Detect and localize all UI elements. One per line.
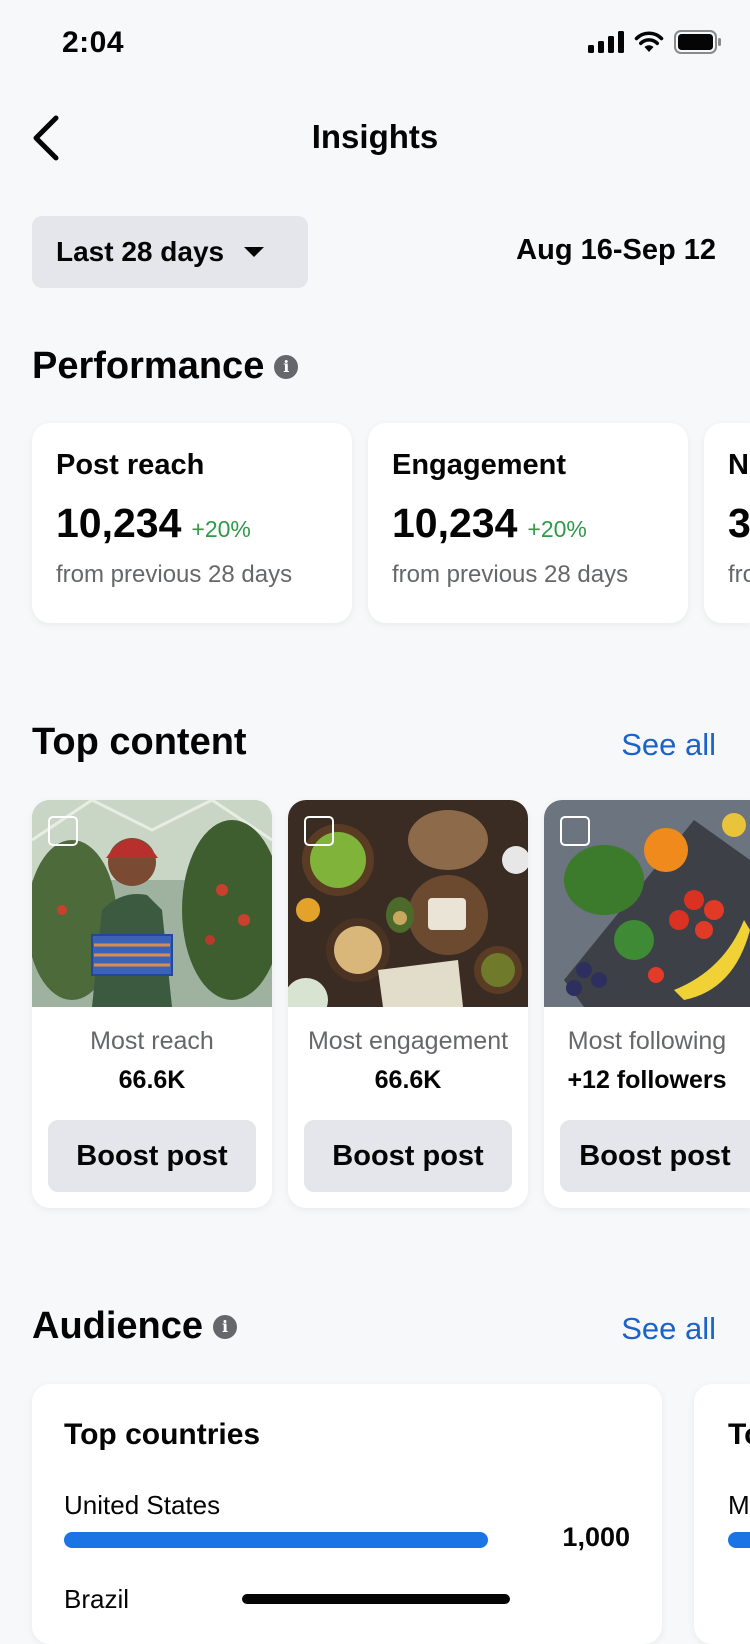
audience-see-all-link[interactable]: See all [621, 1311, 716, 1347]
post-thumbnail[interactable] [288, 800, 528, 1007]
metric-value-row: 3 [728, 500, 750, 547]
top-countries-card[interactable]: Top countries United States 1,000 Brazil [32, 1384, 662, 1644]
top-content-heading: Top content [32, 721, 247, 764]
top-content-card-1[interactable]: Most reach 66.6K Boost post [32, 800, 272, 1208]
performance-card-partial[interactable]: N 3 fro [704, 423, 750, 623]
performance-heading: Performance i [32, 345, 299, 388]
performance-card-post-reach[interactable]: Post reach 10,234 +20% from previous 28 … [32, 423, 352, 623]
performance-card-engagement[interactable]: Engagement 10,234 +20% from previous 28 … [368, 423, 688, 623]
content-metric-label: Most engagement [307, 1027, 509, 1055]
audience-title: Audience [32, 1305, 204, 1347]
audience-card-title: To [728, 1418, 750, 1451]
country-name: United States [64, 1490, 221, 1520]
metric-subtitle: from previous 28 days [56, 561, 293, 588]
photo-icon [304, 816, 334, 846]
audience-card-bar [728, 1532, 750, 1548]
metric-value: 10,234 [392, 500, 518, 546]
metric-value: 10,234 [56, 500, 182, 546]
post-thumbnail[interactable] [32, 800, 272, 1007]
wifi-icon [634, 31, 664, 52]
boost-post-button[interactable]: Boost post [48, 1120, 256, 1192]
audience-heading: Audience i [32, 1305, 238, 1348]
content-metric-value: 66.6K [374, 1066, 442, 1094]
metric-value-row: 10,234 +20% [56, 500, 328, 547]
home-indicator [242, 1594, 510, 1604]
metric-value-row: 10,234 +20% [392, 500, 664, 547]
page-title: Insights [311, 118, 439, 155]
top-countries-title: Top countries [64, 1418, 261, 1451]
status-icons [588, 30, 722, 54]
caret-down-icon [244, 247, 265, 257]
top-content-title: Top content [32, 721, 247, 763]
content-metric-label: Most reach [90, 1027, 214, 1055]
metric-title: Engagement [392, 449, 567, 481]
country-bar-fill [64, 1532, 488, 1548]
metric-change: +20% [191, 516, 251, 542]
country-bar [64, 1532, 488, 1548]
country-value: 1,000 [562, 1522, 630, 1552]
date-range-label: Aug 16-Sep 12 [516, 234, 716, 266]
content-metric-value: 66.6K [118, 1066, 186, 1094]
audience-card-row: M [728, 1490, 750, 1520]
boost-post-button[interactable]: Boost post [560, 1120, 750, 1192]
photo-icon [560, 816, 590, 846]
audience-card-partial[interactable]: To M [694, 1384, 750, 1644]
metric-title: N [728, 449, 749, 481]
info-icon[interactable]: i [274, 354, 299, 379]
metric-subtitle: from previous 28 days [392, 561, 629, 588]
top-content-see-all-link[interactable]: See all [621, 727, 716, 763]
country-name: Brazil [64, 1584, 130, 1614]
content-metric-label: Most following [567, 1027, 727, 1055]
metric-subtitle: fro [728, 561, 750, 588]
info-icon[interactable]: i [213, 1314, 238, 1339]
date-range-dropdown[interactable]: Last 28 days [32, 216, 308, 288]
boost-post-button[interactable]: Boost post [304, 1120, 512, 1192]
date-range-selected: Last 28 days [56, 236, 225, 267]
status-time: 2:04 [62, 26, 125, 59]
metric-change: +20% [527, 516, 587, 542]
post-thumbnail[interactable] [544, 800, 750, 1007]
signal-icon [588, 31, 624, 53]
top-content-card-2[interactable]: Most engagement 66.6K Boost post [288, 800, 528, 1208]
top-content-card-3[interactable]: Most following +12 followers Boost post [544, 800, 750, 1208]
photo-icon [48, 816, 78, 846]
battery-icon [674, 30, 721, 54]
metric-title: Post reach [56, 449, 205, 481]
performance-title: Performance [32, 345, 265, 387]
content-metric-value: +12 followers [567, 1066, 727, 1094]
metric-value: 3 [728, 500, 750, 546]
